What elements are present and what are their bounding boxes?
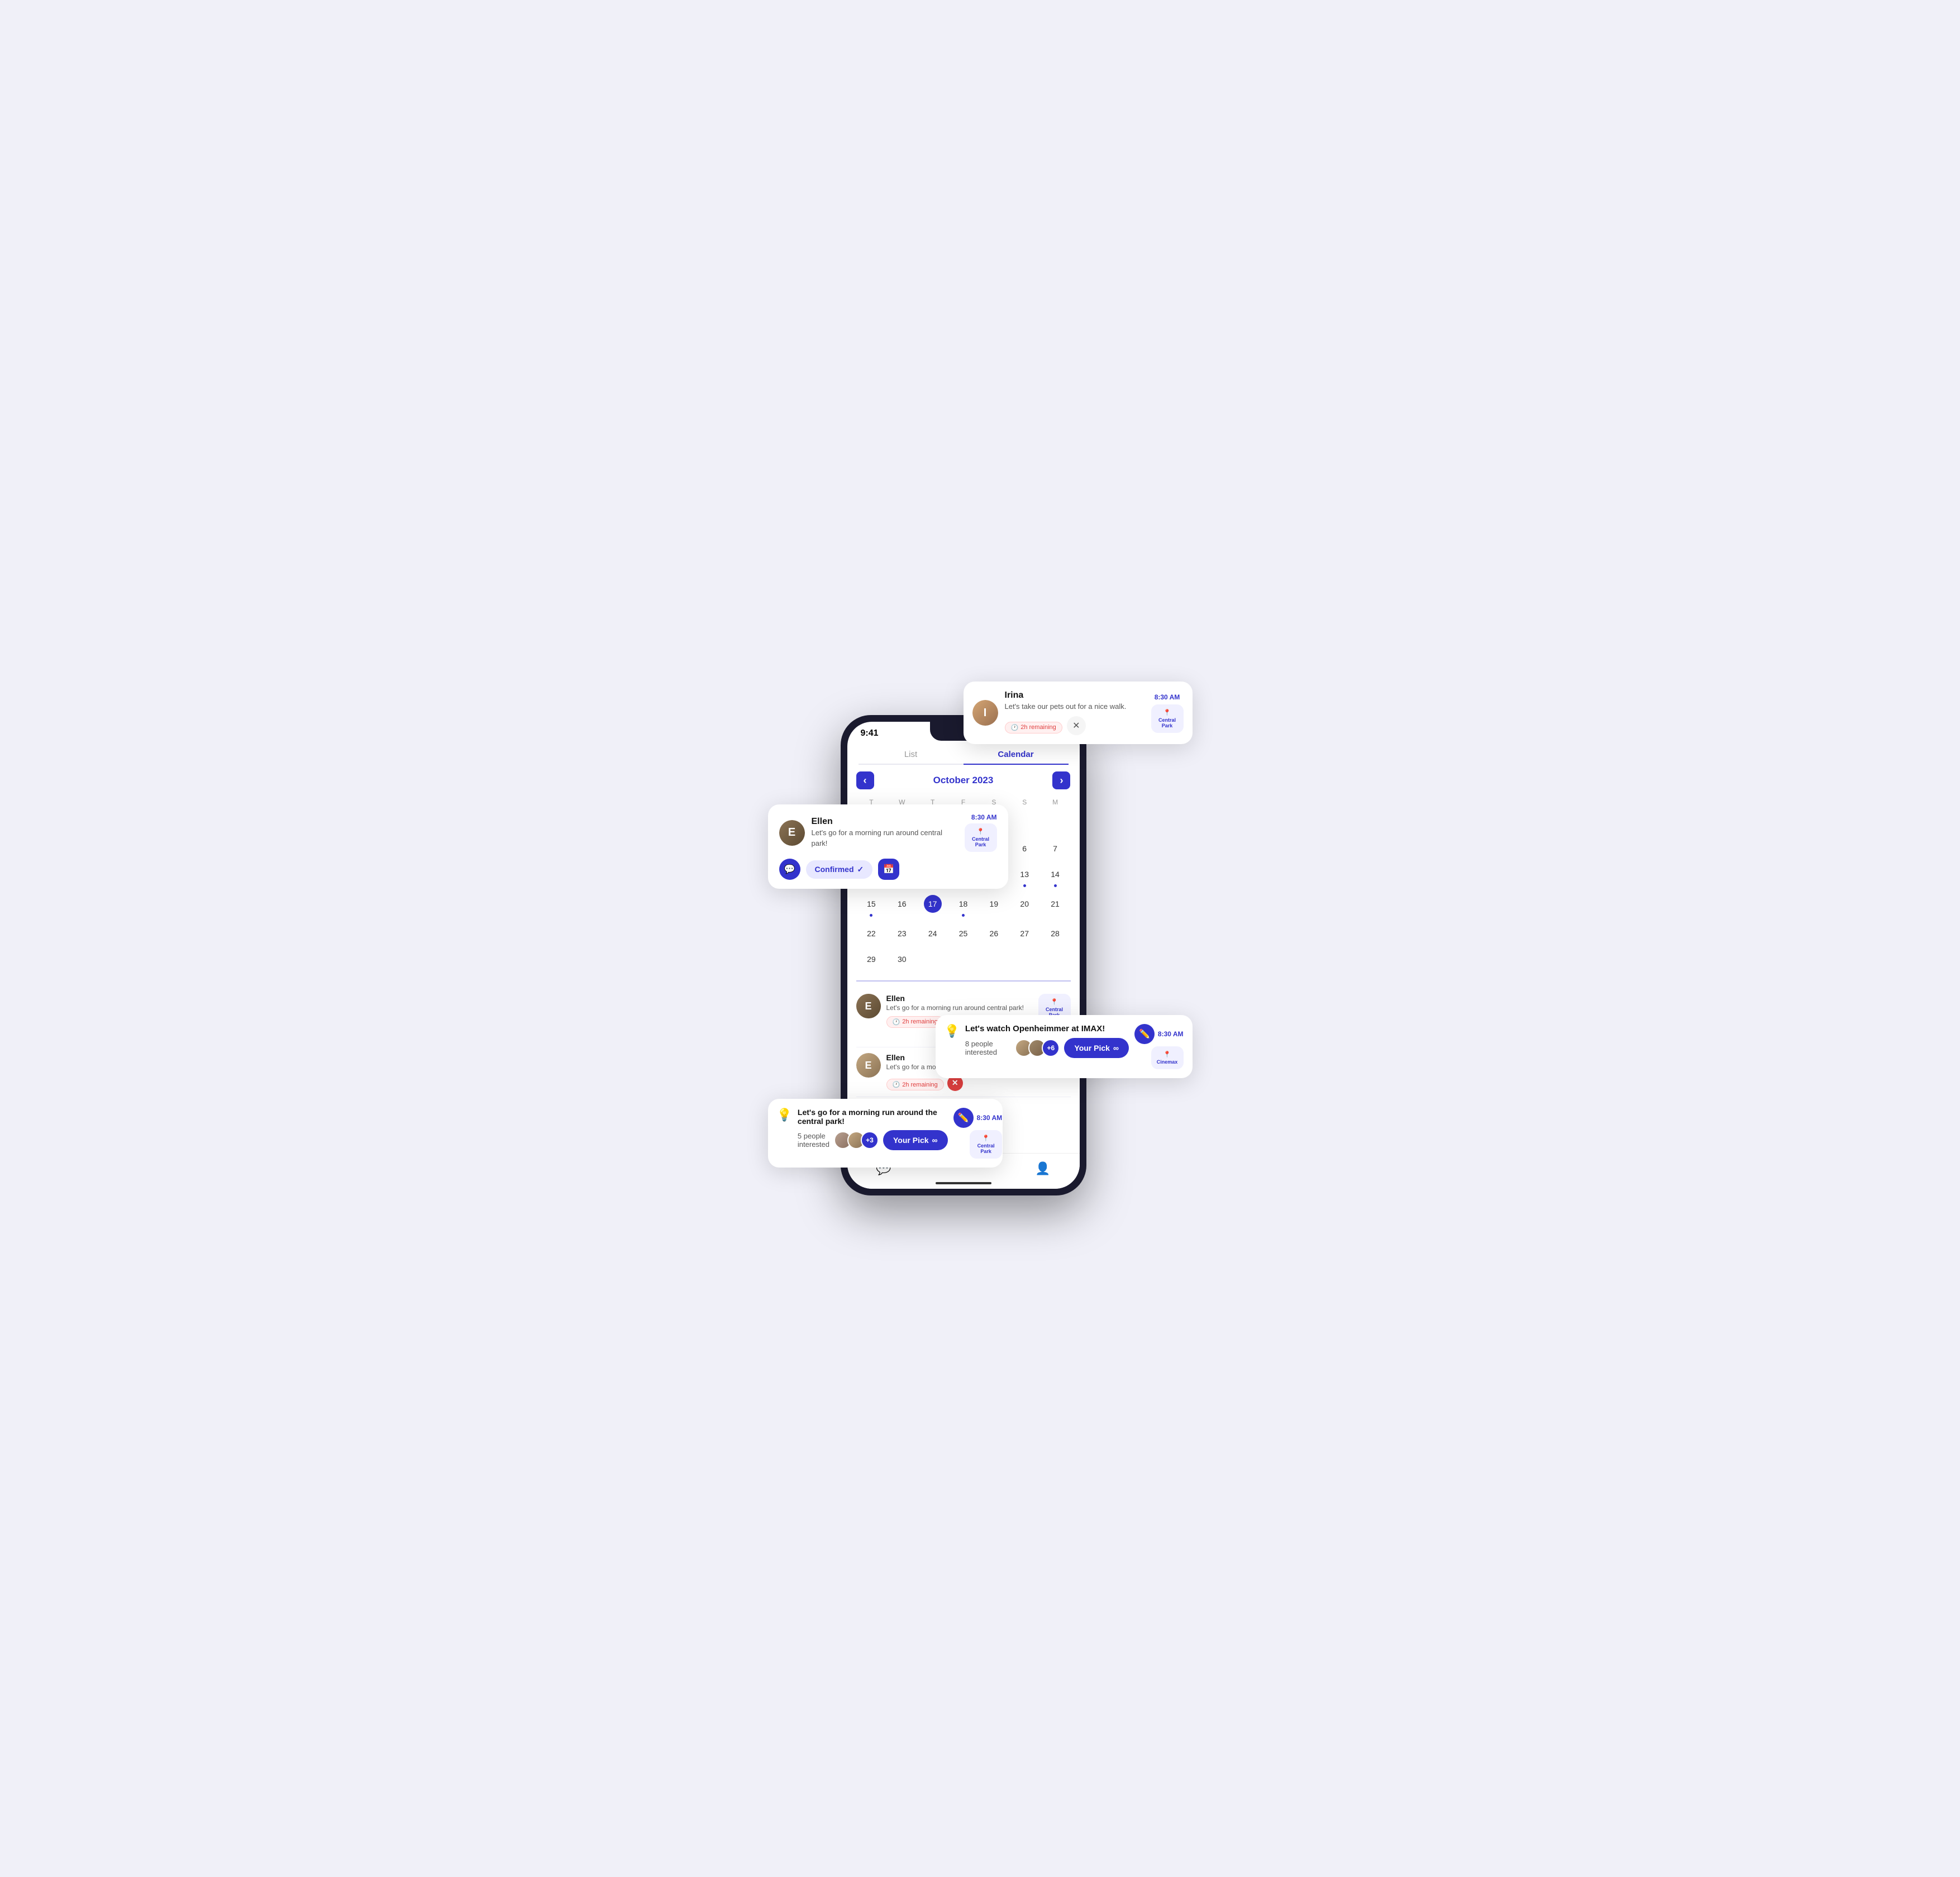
cal-cell-empty6 (1009, 811, 1040, 835)
card-central-park: 💡 Let's go for a morning run around the … (768, 1099, 1003, 1168)
remaining-badge-2: 🕐 2h remaining (886, 1079, 944, 1090)
oppenheimer-edit-button[interactable]: ✏️ (1134, 1024, 1155, 1044)
scene: 9:41 ●●● WiFi 🔋 List Calendar ‹ Octobe (768, 682, 1193, 1195)
card-oppenheimer: 💡 Let's watch Openheimmer at IMAX! 8 peo… (936, 1015, 1193, 1078)
ellen-name: Ellen (812, 817, 958, 827)
pin-icon-1: 📍 (1051, 998, 1058, 1006)
irina-time: 8:30 AM (1155, 693, 1180, 701)
ellen-calendar-button[interactable]: 📅 (878, 859, 899, 880)
calendar-next-button[interactable]: › (1052, 771, 1070, 789)
oppenheimer-headline: Let's watch Openheimmer at IMAX! (965, 1024, 1129, 1033)
cal-cell-19[interactable]: 19 (979, 892, 1009, 920)
pin-icon-central-park: 📍 (982, 1135, 990, 1142)
oppenheimer-your-pick-button[interactable]: Your Pick ∞ (1064, 1038, 1129, 1058)
irina-avatar: I (972, 700, 998, 726)
cal-cell-14[interactable]: 14 (1040, 862, 1071, 890)
card-irina: I Irina Let's take our pets out for a ni… (964, 682, 1193, 744)
pin-icon-irina: 📍 (1163, 709, 1171, 716)
central-park-location: 📍 CentralPark (970, 1130, 1002, 1159)
cal-cell-26[interactable]: 26 (979, 921, 1009, 946)
central-park-content: Let's go for a morning run around the ce… (798, 1108, 948, 1150)
oppenheimer-avatars: +6 (1015, 1039, 1060, 1057)
cal-cell-16[interactable]: 16 (886, 892, 917, 920)
cal-cell-15[interactable]: 15 (856, 892, 887, 920)
event-avatar-1: E (856, 994, 881, 1018)
cal-cell-empty7 (1040, 811, 1071, 835)
cal-cell-18[interactable]: 18 (948, 892, 979, 920)
pin-icon-oppenheimer: 📍 (1163, 1051, 1171, 1058)
tab-navigation: List Calendar (859, 745, 1069, 765)
oppenheimer-time: 8:30 AM (1158, 1030, 1184, 1038)
clock-icon-irina: 🕐 (1011, 724, 1019, 731)
ellen-time: 8:30 AM (971, 813, 997, 821)
bulb-icon-oppenheimer: 💡 (945, 1024, 960, 1038)
card-ellen: E Ellen Let's go for a morning run aroun… (768, 804, 1008, 889)
clock-icon-2: 🕐 (893, 1081, 900, 1088)
cal-cell-6[interactable]: 6 (1009, 836, 1040, 861)
calendar-header: ‹ October 2023 › (856, 771, 1071, 789)
cal-cell-25[interactable]: 25 (948, 921, 979, 946)
oppenheimer-location: 📍 Cinemax (1151, 1046, 1184, 1069)
cal-cell-27[interactable]: 27 (1009, 921, 1040, 946)
oppenheimer-content: Let's watch Openheimmer at IMAX! 8 peopl… (965, 1024, 1129, 1058)
irina-description: Let's take our pets out for a nice walk. (1005, 702, 1142, 712)
irina-name: Irina (1005, 690, 1142, 701)
event-desc-1: Let's go for a morning run around centra… (886, 1004, 1033, 1013)
cal-cell-13[interactable]: 13 (1009, 862, 1040, 890)
avatar-plus-oppenheimer: +6 (1042, 1039, 1060, 1057)
pin-icon-ellen: 📍 (977, 828, 985, 835)
link-icon-central-park: ∞ (932, 1136, 938, 1145)
bulb-icon-central-park: 💡 (777, 1108, 792, 1122)
ellen-description: Let's go for a morning run around centra… (812, 828, 958, 848)
tab-list[interactable]: List (859, 745, 964, 764)
ellen-location: 📍 CentralPark (965, 823, 997, 852)
cal-cell-17[interactable]: 17 (917, 892, 948, 920)
central-park-time: 8:30 AM (977, 1114, 1003, 1122)
day-label-s2: S (1009, 796, 1040, 808)
irina-close-button[interactable]: ✕ (1067, 716, 1086, 735)
cal-cell-24[interactable]: 24 (917, 921, 948, 946)
irina-location: 📍 CentralPark (1151, 704, 1184, 733)
oppenheimer-interested: 8 people interested (965, 1040, 1010, 1056)
cal-cell-23[interactable]: 23 (886, 921, 917, 946)
calendar-title: October 2023 (933, 775, 994, 786)
cal-cell-21[interactable]: 21 (1040, 892, 1071, 920)
cal-cell-30[interactable]: 30 (886, 947, 917, 971)
calendar-divider (856, 980, 1071, 982)
cal-cell-29[interactable]: 29 (856, 947, 887, 971)
cal-cell-28[interactable]: 28 (1040, 921, 1071, 946)
chevron-right-icon: › (1060, 775, 1063, 787)
clock-icon-1: 🕐 (893, 1018, 900, 1026)
check-icon: ✓ (857, 865, 864, 874)
day-label-m: M (1040, 796, 1071, 808)
cal-cell-7[interactable]: 7 (1040, 836, 1071, 861)
ellen-avatar: E (779, 820, 805, 846)
calendar-prev-button[interactable]: ‹ (856, 771, 874, 789)
irina-remaining: 🕐 2h remaining (1005, 722, 1062, 733)
central-park-your-pick-button[interactable]: Your Pick ∞ (883, 1130, 948, 1150)
event-avatar-2: E (856, 1053, 881, 1078)
cal-cell-22[interactable]: 22 (856, 921, 887, 946)
ellen-confirmed-button[interactable]: Confirmed ✓ (806, 860, 873, 879)
irina-content: Irina Let's take our pets out for a nice… (1005, 690, 1142, 735)
tab-calendar[interactable]: Calendar (964, 745, 1069, 765)
central-park-avatars: +3 (834, 1131, 879, 1149)
central-park-edit-button[interactable]: ✏️ (953, 1108, 974, 1128)
cal-cell-20[interactable]: 20 (1009, 892, 1040, 920)
ellen-chat-button[interactable]: 💬 (779, 859, 800, 880)
event-name-1: Ellen (886, 994, 1033, 1003)
central-park-headline: Let's go for a morning run around the ce… (798, 1108, 948, 1126)
link-icon-oppenheimer: ∞ (1113, 1044, 1119, 1052)
central-park-interested: 5 people interested (798, 1132, 829, 1149)
status-time: 9:41 (861, 728, 879, 739)
event-name-2: Ellen (886, 1053, 905, 1062)
ellen-content: Ellen Let's go for a morning run around … (812, 817, 958, 848)
chevron-left-icon: ‹ (864, 775, 867, 787)
avatar-plus-central-park: +3 (861, 1131, 879, 1149)
nav-profile-icon[interactable]: 👤 (1035, 1161, 1050, 1176)
home-indicator (936, 1182, 991, 1184)
